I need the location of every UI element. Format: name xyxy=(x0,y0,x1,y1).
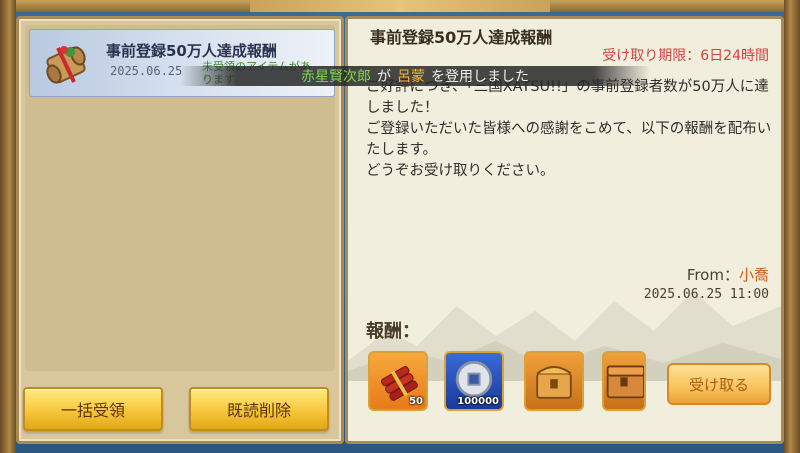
reward-qty: 100000 xyxy=(457,396,499,407)
window-frame: 事前登録50万人達成報酬 2025.06.25 未受領のアイテムがあります 一括… xyxy=(0,0,800,453)
left-wood-border xyxy=(0,0,16,453)
reward-qty: 50 xyxy=(409,396,423,407)
reward-item[interactable] xyxy=(602,351,646,411)
recruit-toast: 赤星賢次郎 が 呂蒙 を登用しました xyxy=(180,66,650,86)
expiry-info: 受け取り期限：6日24時間 xyxy=(602,45,769,65)
toast-general-name: 呂蒙 xyxy=(397,69,425,85)
reward-item[interactable]: 100000 xyxy=(444,351,504,411)
sender-line: From：小喬 xyxy=(687,264,769,285)
expiry-value: 6日24時間 xyxy=(700,48,769,64)
sent-datetime: 2025.06.25 11:00 xyxy=(643,287,769,302)
mail-body: ご好評につき、「三国XATSU!!」の事前登録者数が50万人に達しました！ ご登… xyxy=(366,79,772,179)
toast-player-name: 赤星賢次郎 xyxy=(301,69,371,85)
sender-name: 小喬 xyxy=(738,266,769,284)
toast-particle: が xyxy=(377,69,391,85)
mail-list-item[interactable]: 事前登録50万人達成報酬 2025.06.25 未受領のアイテムがあります xyxy=(29,29,335,97)
delete-read-button[interactable]: 既読削除 xyxy=(189,387,329,431)
mail-item-title: 事前登録50万人達成報酬 xyxy=(106,42,277,60)
expiry-label: 受け取り期限： xyxy=(602,48,701,64)
top-ornament xyxy=(250,0,550,12)
mail-detail-title: 事前登録50万人達成報酬 xyxy=(370,28,553,47)
receive-button[interactable]: 受け取る xyxy=(667,363,771,405)
toast-suffix: を登用しました xyxy=(431,69,529,85)
gold-chest-icon xyxy=(536,366,572,399)
mail-list-actions: 一括受領 既読削除 xyxy=(19,375,341,441)
treasure-box-icon xyxy=(606,365,644,399)
reward-item[interactable] xyxy=(524,351,584,411)
reward-label: 報酬： xyxy=(366,321,420,342)
claim-all-button[interactable]: 一括受領 xyxy=(23,387,163,431)
scroll-gift-icon xyxy=(46,46,86,84)
right-wood-border xyxy=(784,0,800,453)
from-label: From： xyxy=(686,266,739,284)
mail-item-date: 2025.06.25 xyxy=(110,64,183,78)
reward-item[interactable]: 50 xyxy=(368,351,428,411)
